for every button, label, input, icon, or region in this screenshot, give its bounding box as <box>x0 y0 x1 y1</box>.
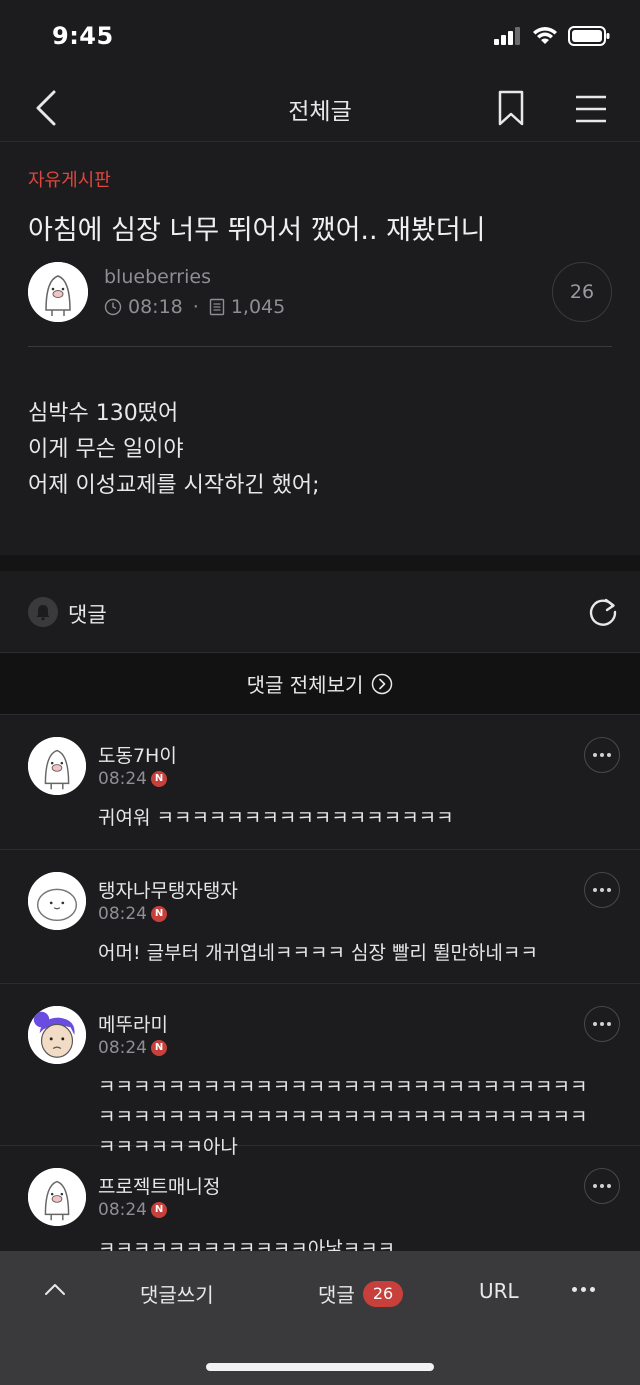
status-bar: 9:45 <box>0 0 640 80</box>
post-body: 심박수 130떴어 이게 무슨 일이야 어제 이성교제를 시작하긴 했어; <box>28 396 320 504</box>
circle-chevron-right-icon <box>372 673 393 694</box>
purple-hair-character-avatar-icon <box>28 1006 86 1064</box>
comment-item: 도동7H이 08:24 N 귀여워 ㅋㅋㅋㅋㅋㅋㅋㅋㅋㅋㅋㅋㅋㅋㅋㅋㅋ <box>0 715 640 850</box>
notification-bell-button[interactable] <box>28 597 58 627</box>
comment-more-button[interactable] <box>584 737 620 773</box>
round-character-avatar-icon <box>28 872 86 930</box>
commenter-name[interactable]: 프로젝트매니정 <box>98 1172 220 1199</box>
bookmark-icon[interactable] <box>496 90 526 126</box>
comment-count-button[interactable]: 26 <box>552 262 612 322</box>
comment-timestamp: 08:24 <box>98 904 147 924</box>
post-body-line: 이게 무슨 일이야 <box>28 437 184 462</box>
copy-url-button[interactable]: URL <box>479 1279 519 1303</box>
comment-timestamp: 08:24 <box>98 1200 147 1220</box>
cellular-signal-icon <box>494 27 520 45</box>
meta-separator: · <box>192 296 199 318</box>
comments-header: 댓글 <box>0 571 640 653</box>
author-meta: 08:18 · 1,045 <box>104 296 285 318</box>
comment-more-button[interactable] <box>584 1006 620 1042</box>
new-badge: N <box>151 906 167 922</box>
post-title: 아침에 심장 너무 뛰어서 깼어.. 재봤더니 <box>28 215 486 246</box>
hamburger-menu-icon[interactable] <box>575 94 607 124</box>
commenter-avatar[interactable] <box>28 1168 86 1226</box>
commenter-name[interactable]: 도동7H이 <box>98 741 177 768</box>
comment-time: 08:24 N <box>98 1038 167 1058</box>
comment-more-button[interactable] <box>584 872 620 908</box>
comment-item: 프로젝트매니정 08:24 N ㅋㅋㅋㅋㅋㅋㅋㅋㅋㅋㅋㅋ아낳ㅋㅋㅋ <box>0 1146 640 1260</box>
battery-icon <box>568 26 610 46</box>
commenter-avatar[interactable] <box>28 872 86 930</box>
view-all-comments-label: 댓글 전체보기 <box>246 673 364 697</box>
bell-icon <box>36 605 50 621</box>
post-body-line: 심박수 130떴어 <box>28 401 179 426</box>
comment-time: 08:24 N <box>98 904 167 924</box>
status-time: 9:45 <box>52 22 114 50</box>
comment-time: 08:24 N <box>98 1200 167 1220</box>
nav-bar: 전체글 <box>0 74 640 142</box>
view-count-icon <box>209 298 225 316</box>
comment-item: 탱자나무탱자탱자 08:24 N 어머! 글부터 개귀엽네ㅋㅋㅋㅋ 심장 빨리 … <box>0 850 640 984</box>
comment-text: 귀여워 ㅋㅋㅋㅋㅋㅋㅋㅋㅋㅋㅋㅋㅋㅋㅋㅋㅋ <box>98 807 454 829</box>
author-avatar[interactable] <box>28 262 88 322</box>
post: 자유게시판 아침에 심장 너무 뛰어서 깼어.. 재봤더니 blueberrie… <box>0 142 640 555</box>
post-time: 08:18 <box>128 296 183 318</box>
wifi-icon <box>533 27 557 44</box>
home-indicator <box>206 1363 434 1371</box>
comments-button-label: 댓글 <box>318 1283 355 1307</box>
bunny-avatar-icon <box>28 262 88 322</box>
comments-header-label: 댓글 <box>68 603 107 627</box>
commenter-name[interactable]: 탱자나무탱자탱자 <box>98 876 238 903</box>
write-comment-button[interactable]: 댓글쓰기 <box>140 1279 214 1308</box>
author-row: blueberries 08:18 · 1,045 26 <box>28 262 612 322</box>
author-name[interactable]: blueberries <box>104 266 211 288</box>
comments-count-badge: 26 <box>362 1280 404 1307</box>
section-gap <box>0 555 640 571</box>
post-body-line: 어제 이성교제를 시작하긴 했어; <box>28 473 320 498</box>
board-label[interactable]: 자유게시판 <box>28 166 111 192</box>
new-badge: N <box>151 1040 167 1056</box>
comment-timestamp: 08:24 <box>98 769 147 789</box>
new-badge: N <box>151 771 167 787</box>
commenter-avatar[interactable] <box>28 1006 86 1064</box>
clock-icon <box>104 298 122 316</box>
divider <box>28 346 612 347</box>
comment-text: 어머! 글부터 개귀엽네ㅋㅋㅋㅋ 심장 빨리 뛸만하네ㅋㅋ <box>98 942 538 964</box>
commenter-name[interactable]: 메뚜라미 <box>98 1010 168 1037</box>
status-icons <box>494 26 610 46</box>
comment-item: 메뚜라미 08:24 N ㅋㅋㅋㅋㅋㅋㅋㅋㅋㅋㅋㅋㅋㅋㅋㅋㅋㅋㅋㅋㅋㅋㅋㅋㅋㅋㅋ… <box>0 984 640 1158</box>
comments-button[interactable]: 댓글 26 <box>318 1279 404 1308</box>
new-badge: N <box>151 1202 167 1218</box>
commenter-avatar[interactable] <box>28 737 86 795</box>
comment-time: 08:24 N <box>98 769 167 789</box>
chevron-up-icon[interactable] <box>42 1277 68 1303</box>
more-options-button[interactable] <box>572 1287 595 1292</box>
bunny-avatar-icon <box>28 1168 86 1226</box>
refresh-icon[interactable] <box>586 595 620 629</box>
view-count: 1,045 <box>230 296 286 318</box>
page-title: 전체글 <box>288 99 352 125</box>
comment-more-button[interactable] <box>584 1168 620 1204</box>
comment-timestamp: 08:24 <box>98 1038 147 1058</box>
bunny-avatar-icon <box>28 737 86 795</box>
view-all-comments-button[interactable]: 댓글 전체보기 <box>0 653 640 715</box>
